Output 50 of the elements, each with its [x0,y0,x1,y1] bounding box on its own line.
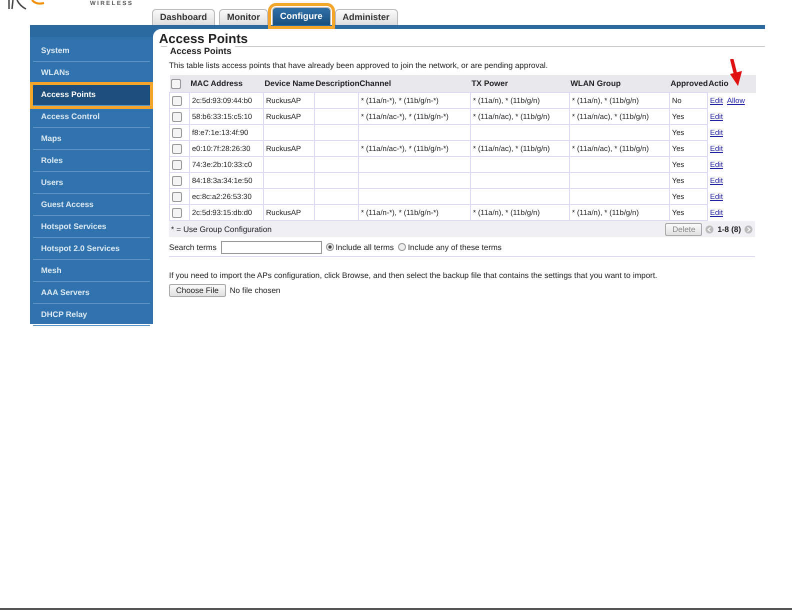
column-header: Device Name [264,75,314,92]
row-checkbox[interactable] [172,176,182,186]
row-checkbox[interactable] [172,112,182,122]
row-checkbox[interactable] [172,96,182,106]
logo-icon [6,0,46,10]
sidebar-item[interactable]: Guest Access [33,195,150,216]
search-label: Search terms [169,242,217,252]
sidebar-item[interactable]: DHCP Relay [33,305,150,326]
column-header: MAC Address [190,75,264,92]
row-checkbox[interactable] [172,208,182,218]
row-checkbox[interactable] [172,192,182,202]
next-page-icon[interactable] [744,224,753,234]
sidebar-item[interactable]: Users [33,173,150,194]
row-checkbox[interactable] [172,144,182,154]
sidebar-item[interactable]: Hotspot 2.0 Services [33,239,150,260]
column-header: Description [314,75,358,92]
sidebar-item[interactable]: Access Control [33,107,150,128]
sidebar-item[interactable]: Maps [33,129,150,150]
sidebar-item[interactable]: Access Points [33,85,150,106]
sidebar-item[interactable]: System [33,41,150,62]
column-header: TX Power [470,75,570,92]
radio-button[interactable] [326,243,334,251]
select-all-checkbox[interactable] [170,78,180,88]
column-header: Approved [670,75,708,92]
nav-tab[interactable]: Administer [334,9,398,25]
description-text: This table lists access points that have already been approved to join the network, or are pending approval. [169,61,549,70]
column-header: Channel [358,75,470,92]
radio-button[interactable] [398,243,406,251]
previous-page-icon[interactable] [705,224,714,234]
pagination-text: 1-8 (8) [717,224,741,234]
sidebar-item[interactable]: Roles [33,151,150,172]
radio-label: Include any of these terms [408,242,502,252]
footnote-text: * = Use Group Configuration [171,224,272,234]
choose-file-button[interactable]: Choose File [169,284,226,297]
import-instructions: If you need to import the APs configuration, click Browse, and then select the backup file that contains the settings that you want to import. [169,271,658,280]
radio-label: Include all terms [336,242,394,252]
nav-tab[interactable]: Dashboard [152,9,216,25]
row-checkbox[interactable] [172,128,182,138]
sidebar-item[interactable]: Hotspot Services [33,217,150,238]
search-field[interactable] [220,240,322,254]
page-title: Access Points [159,31,249,46]
sidebar-item[interactable]: AAA Servers [33,283,150,304]
sidebar-item[interactable]: Mesh [33,261,150,282]
nav-tab[interactable]: Monitor [219,9,268,25]
column-header: WLAN Group [570,75,670,92]
row-checkbox[interactable] [172,160,182,170]
pointer-arrow [727,59,745,87]
section-title: Access Points [167,46,235,56]
file-status: No file chosen [230,286,280,295]
column-header: Actio [708,75,756,92]
